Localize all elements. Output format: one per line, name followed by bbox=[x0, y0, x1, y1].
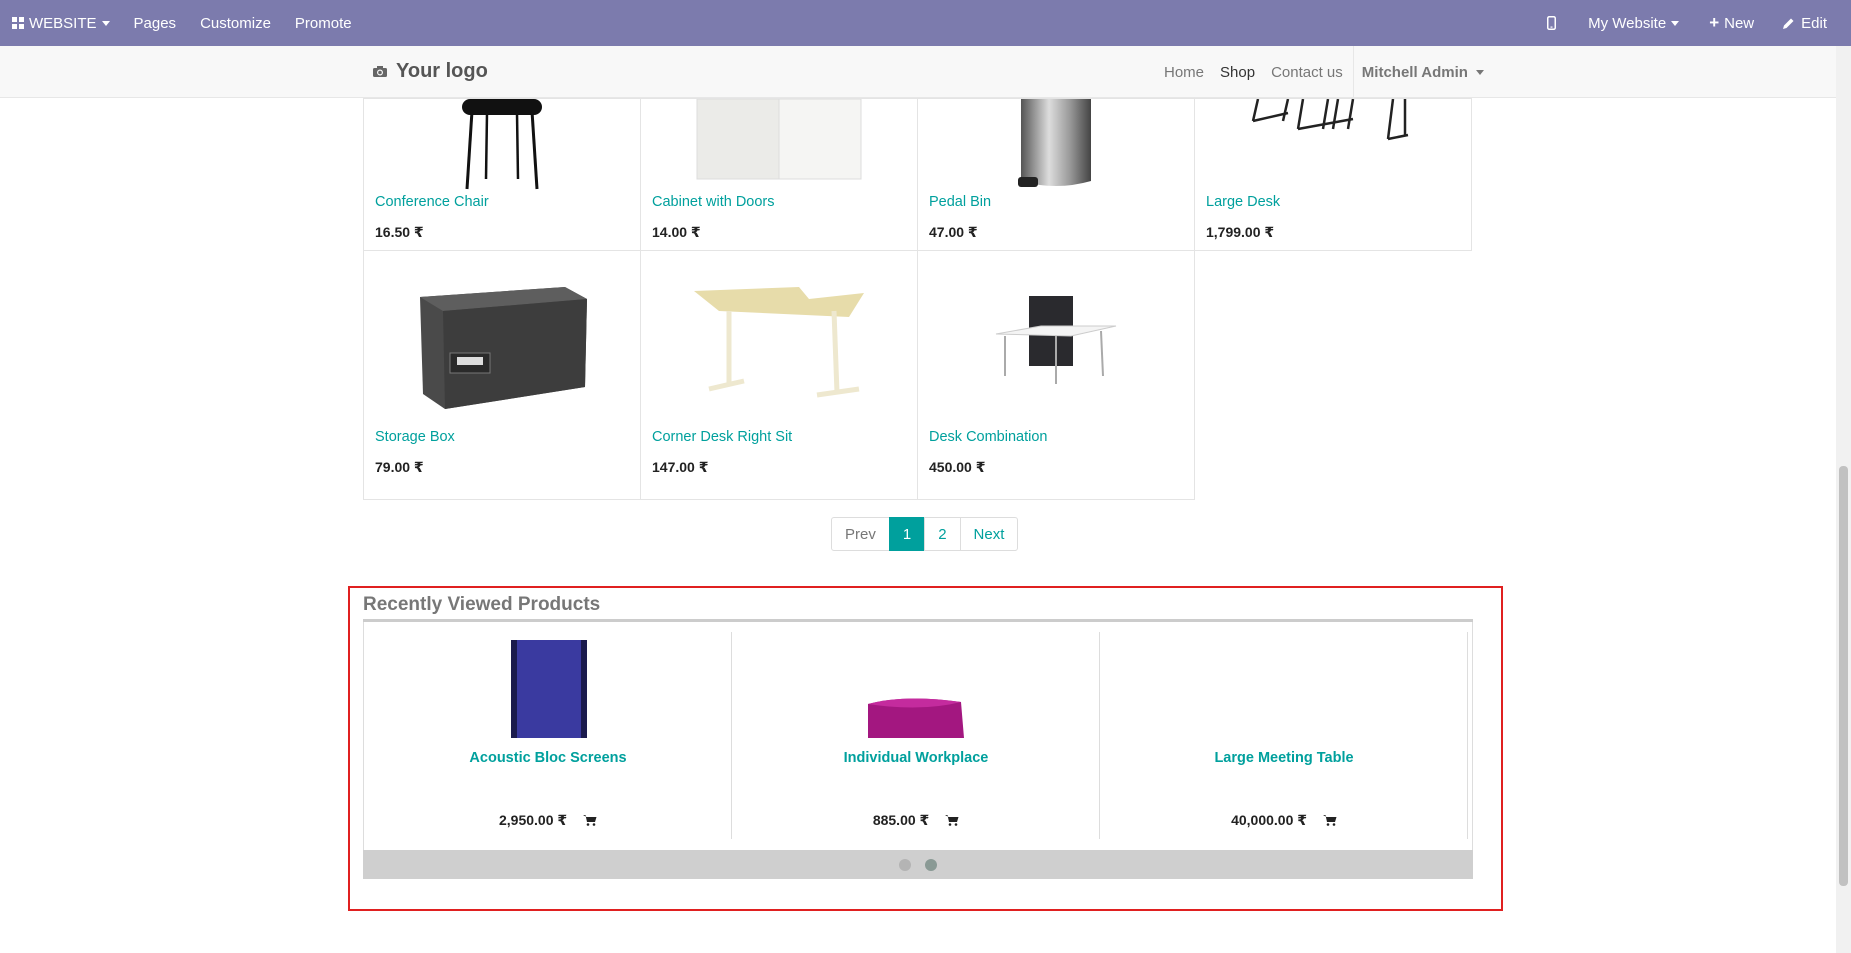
pagination: Prev 1 2 Next bbox=[831, 517, 1019, 551]
product-name[interactable]: Storage Box bbox=[375, 429, 455, 445]
new-label: New bbox=[1724, 14, 1755, 32]
plus-icon: + bbox=[1709, 13, 1720, 32]
cart-icon[interactable] bbox=[945, 814, 959, 826]
page-scrollbar[interactable] bbox=[1836, 46, 1851, 953]
product-name[interactable]: Large Desk bbox=[1206, 194, 1280, 210]
product-price: 147.00 ₹ bbox=[652, 459, 709, 475]
customize-menu[interactable]: Customize bbox=[188, 0, 283, 46]
pager-prev[interactable]: Prev bbox=[831, 517, 890, 551]
new-button[interactable]: + New bbox=[1691, 0, 1766, 46]
product-price: 16.50 ₹ bbox=[375, 224, 424, 240]
product-card[interactable]: Conference Chair 16.50 ₹ bbox=[363, 98, 641, 251]
apps-grid-icon bbox=[12, 17, 24, 29]
recent-product-card[interactable]: Acoustic Bloc Screens 2,950.00 ₹ bbox=[364, 632, 732, 839]
product-price: 1,799.00 ₹ bbox=[1206, 224, 1275, 240]
caret-down-icon bbox=[101, 20, 110, 26]
edit-label: Edit bbox=[1801, 14, 1827, 32]
recent-product-image[interactable] bbox=[1100, 632, 1468, 738]
logo-text: Your logo bbox=[396, 60, 488, 82]
product-price: 14.00 ₹ bbox=[652, 224, 701, 240]
product-name[interactable]: Cabinet with Doors bbox=[652, 194, 775, 210]
recent-product-price-row: 885.00 ₹ bbox=[732, 812, 1100, 829]
nav-shop[interactable]: Shop bbox=[1212, 64, 1263, 81]
caret-down-icon bbox=[1475, 69, 1484, 75]
cart-icon[interactable] bbox=[583, 814, 597, 826]
recent-product-image[interactable] bbox=[364, 632, 732, 738]
product-name[interactable]: Desk Combination bbox=[929, 429, 1047, 445]
product-card[interactable]: Pedal Bin 47.00 ₹ bbox=[917, 98, 1195, 251]
camera-icon bbox=[373, 66, 387, 77]
recently-viewed-carousel: Acoustic Bloc Screens 2,950.00 ₹ Individ… bbox=[363, 622, 1473, 850]
product-price: 79.00 ₹ bbox=[375, 459, 424, 475]
product-card[interactable]: Desk Combination 450.00 ₹ bbox=[917, 250, 1195, 500]
mobile-preview-button[interactable] bbox=[1535, 0, 1568, 46]
recent-product-name[interactable]: Large Meeting Table bbox=[1100, 750, 1468, 766]
recent-product-card[interactable]: Large Meeting Table 40,000.00 ₹ bbox=[1100, 632, 1468, 839]
nav-contact-us[interactable]: Contact us bbox=[1263, 64, 1351, 81]
product-name[interactable]: Corner Desk Right Sit bbox=[652, 429, 792, 445]
product-card[interactable]: Storage Box 79.00 ₹ bbox=[363, 250, 641, 500]
product-image[interactable] bbox=[651, 261, 907, 421]
recent-product-name[interactable]: Acoustic Bloc Screens bbox=[364, 750, 732, 766]
product-image[interactable] bbox=[928, 261, 1184, 421]
site-header: Your logo Home Shop Contact us Mitchell … bbox=[0, 46, 1836, 98]
product-image[interactable] bbox=[1205, 99, 1461, 141]
carousel-indicators bbox=[363, 850, 1473, 879]
caret-down-icon bbox=[1671, 20, 1680, 26]
nav-home[interactable]: Home bbox=[1156, 64, 1212, 81]
carousel-dot-2[interactable] bbox=[925, 859, 937, 871]
edit-button[interactable]: Edit bbox=[1766, 0, 1839, 46]
pages-menu[interactable]: Pages bbox=[122, 0, 189, 46]
pencil-icon bbox=[1783, 18, 1794, 29]
scrollbar-thumb[interactable] bbox=[1839, 466, 1848, 886]
user-menu[interactable]: Mitchell Admin bbox=[1352, 46, 1484, 98]
mobile-icon bbox=[1547, 16, 1557, 30]
pager-next[interactable]: Next bbox=[959, 517, 1019, 551]
my-website-label: My Website bbox=[1588, 14, 1667, 32]
pager-page-1[interactable]: 1 bbox=[888, 517, 926, 551]
recent-product-price: 40,000.00 ₹ bbox=[1231, 812, 1308, 828]
admin-navbar: WEBSITE Pages Customize Promote My Websi… bbox=[0, 0, 1851, 46]
website-apps-menu[interactable]: WEBSITE bbox=[0, 0, 122, 46]
card-separator bbox=[1467, 632, 1468, 839]
recently-viewed-title: Recently Viewed Products bbox=[363, 594, 601, 615]
product-card[interactable]: Corner Desk Right Sit 147.00 ₹ bbox=[640, 250, 918, 500]
product-price: 450.00 ₹ bbox=[929, 459, 986, 475]
recent-product-price-row: 40,000.00 ₹ bbox=[1100, 812, 1468, 829]
my-website-dropdown[interactable]: My Website bbox=[1568, 0, 1691, 46]
site-logo[interactable]: Your logo bbox=[372, 60, 488, 83]
promote-menu[interactable]: Promote bbox=[283, 0, 364, 46]
product-image[interactable] bbox=[651, 99, 907, 182]
recent-product-card[interactable]: Individual Workplace 885.00 ₹ bbox=[732, 632, 1100, 839]
website-label: WEBSITE bbox=[29, 14, 97, 32]
product-image[interactable] bbox=[374, 261, 630, 421]
product-image[interactable] bbox=[928, 99, 1184, 192]
recent-product-name[interactable]: Individual Workplace bbox=[732, 750, 1100, 766]
product-card[interactable]: Large Desk 1,799.00 ₹ bbox=[1194, 98, 1472, 251]
product-name[interactable]: Pedal Bin bbox=[929, 194, 991, 210]
user-name: Mitchell Admin bbox=[1361, 63, 1468, 81]
recent-product-image[interactable] bbox=[732, 632, 1100, 738]
carousel-dot-1[interactable] bbox=[899, 859, 911, 871]
main-nav: Home Shop Contact us Mitchell Admin bbox=[1156, 46, 1484, 98]
product-name[interactable]: Conference Chair bbox=[375, 194, 489, 210]
product-card[interactable]: Cabinet with Doors 14.00 ₹ bbox=[640, 98, 918, 251]
recent-product-price: 885.00 ₹ bbox=[872, 812, 930, 828]
recent-product-price-row: 2,950.00 ₹ bbox=[364, 812, 732, 829]
pager-page-2[interactable]: 2 bbox=[924, 517, 961, 551]
recent-product-price: 2,950.00 ₹ bbox=[498, 812, 568, 828]
product-price: 47.00 ₹ bbox=[929, 224, 978, 240]
product-image[interactable] bbox=[374, 99, 630, 194]
cart-icon[interactable] bbox=[1322, 814, 1337, 826]
